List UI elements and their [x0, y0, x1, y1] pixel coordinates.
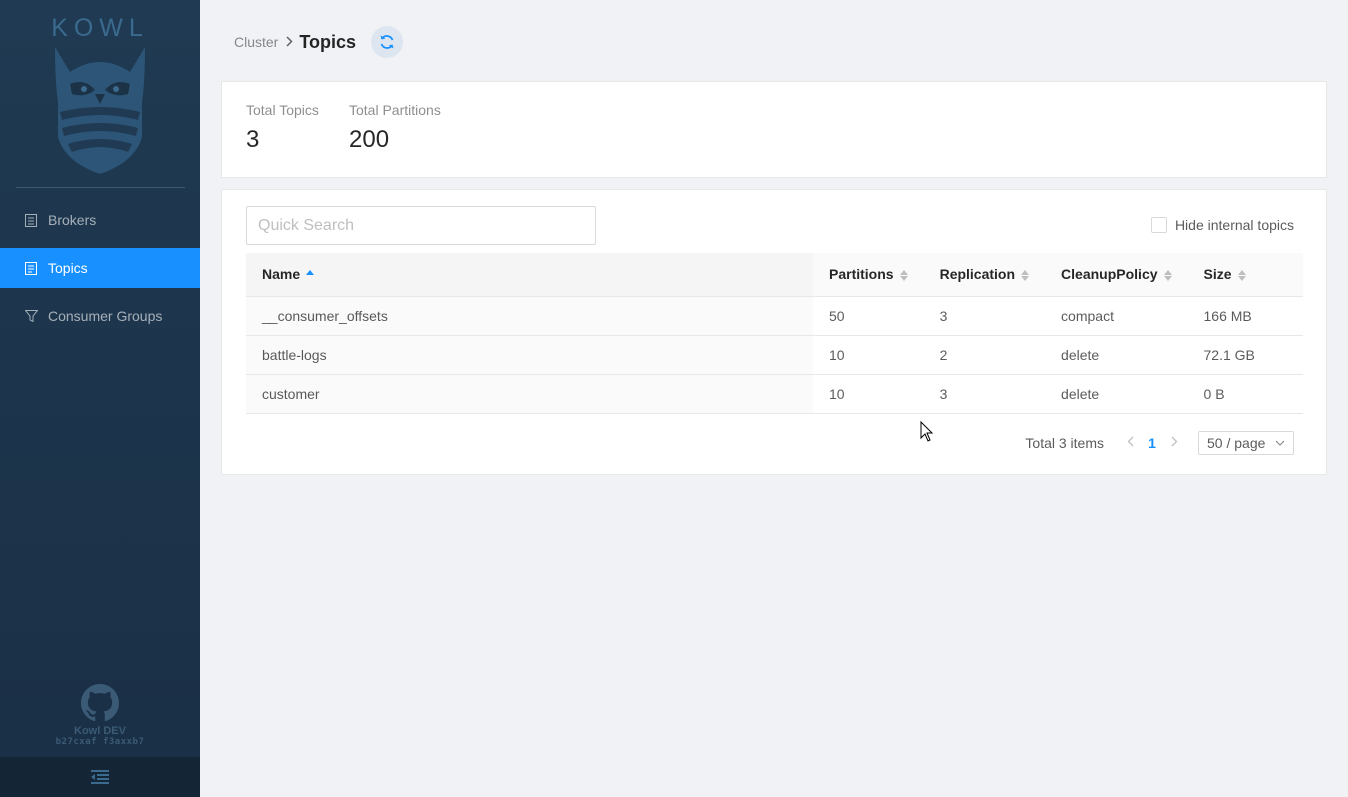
replication-cell: 3 — [923, 374, 1046, 414]
column-header-size[interactable]: Size — [1187, 253, 1303, 297]
stat-value: 3 — [246, 126, 260, 153]
refresh-button[interactable] — [371, 26, 404, 58]
stat-value: 200 — [349, 126, 390, 153]
size-cell: 0 B — [1187, 374, 1303, 414]
version-label: b27cxaf f3axxb7 — [55, 737, 145, 747]
column-label: Name — [262, 266, 301, 283]
sort-icon — [1163, 270, 1172, 282]
sort-icon — [1237, 270, 1246, 282]
table-row[interactable]: customer 10 3 delete 0 B — [246, 374, 1303, 414]
sidebar-item-consumer-groups[interactable]: Consumer Groups — [0, 296, 200, 336]
topics-table: Name Partitions Replication CleanupPolic… — [246, 253, 1303, 414]
page-number-button[interactable]: 1 — [1140, 435, 1164, 451]
topics-table-card: Hide internal topics Name Partitions Rep… — [221, 189, 1327, 475]
stat-total-partitions: Total Partitions 200 — [349, 102, 441, 154]
breadcrumb: Cluster Topics — [234, 26, 404, 58]
brokers-icon — [24, 213, 38, 227]
owl-icon — [55, 47, 145, 174]
kowl-logo: KOWL — [0, 12, 200, 177]
topic-name-cell[interactable]: customer — [246, 374, 813, 414]
column-header-cleanup-policy[interactable]: CleanupPolicy — [1045, 253, 1188, 297]
sidebar-item-label: Brokers — [48, 212, 97, 228]
search-input[interactable] — [246, 206, 596, 245]
stat-label: Total Partitions — [349, 102, 441, 118]
sidebar-item-label: Consumer Groups — [48, 308, 163, 324]
env-label: Kowl DEV — [74, 725, 126, 737]
logo-text: KOWL — [51, 14, 149, 42]
sidebar-item-label: Topics — [48, 260, 88, 276]
column-label: Partitions — [829, 266, 894, 283]
stat-label: Total Topics — [246, 102, 319, 118]
mouse-cursor-icon — [920, 421, 934, 442]
menu-fold-icon — [91, 770, 109, 784]
breadcrumb-cluster-link[interactable]: Cluster — [234, 34, 278, 50]
page-size-value: 50 / page — [1207, 435, 1266, 451]
table-row[interactable]: __consumer_offsets 50 3 compact 166 MB — [246, 296, 1303, 336]
column-label: CleanupPolicy — [1061, 266, 1158, 283]
breadcrumb-separator — [286, 34, 293, 50]
sidebar: KOWL Brokers Topics Consumer Groups Kowl… — [0, 0, 200, 797]
sort-icon — [899, 270, 908, 282]
cleanup-policy-cell: compact — [1045, 296, 1188, 336]
sort-icon — [1021, 270, 1030, 282]
page-title: Topics — [299, 31, 357, 52]
next-page-icon[interactable] — [1164, 436, 1184, 450]
pagination: Total 3 items 1 50 / page — [1025, 431, 1294, 455]
sidebar-item-topics[interactable]: Topics — [0, 248, 200, 288]
prev-page-icon[interactable] — [1120, 436, 1140, 450]
sidebar-footer: Kowl DEV b27cxaf f3axxb7 — [0, 684, 200, 747]
cleanup-policy-cell: delete — [1045, 374, 1188, 414]
funnel-icon — [24, 309, 38, 323]
hide-internal-label: Hide internal topics — [1174, 217, 1294, 233]
hide-internal-checkbox[interactable] — [1150, 217, 1167, 233]
replication-cell: 3 — [923, 296, 1046, 336]
partitions-cell: 10 — [813, 374, 924, 414]
page-size-select[interactable]: 50 / page — [1198, 431, 1294, 455]
replication-cell: 2 — [923, 335, 1046, 375]
table-row[interactable]: battle-logs 10 2 delete 72.1 GB — [246, 335, 1303, 375]
stat-total-topics: Total Topics 3 — [246, 102, 319, 154]
partitions-cell: 10 — [813, 335, 924, 375]
partitions-cell: 50 — [813, 296, 924, 336]
column-label: Size — [1203, 266, 1232, 283]
pagination-total: Total 3 items — [1025, 435, 1104, 451]
size-cell: 72.1 GB — [1187, 335, 1303, 375]
stats-card: Total Topics 3 Total Partitions 200 — [221, 81, 1327, 178]
table-header-row: Name Partitions Replication CleanupPolic… — [246, 253, 1303, 297]
github-icon[interactable] — [81, 684, 119, 722]
column-label: Replication — [939, 266, 1016, 283]
topics-icon — [24, 261, 38, 275]
chevron-down-icon — [1275, 440, 1285, 446]
sort-icon — [306, 270, 315, 281]
topic-name-cell[interactable]: battle-logs — [246, 335, 813, 375]
sidebar-item-brokers[interactable]: Brokers — [0, 200, 200, 240]
size-cell: 166 MB — [1187, 296, 1303, 336]
main-content: Cluster Topics Total Topics 3 Total Part… — [200, 0, 1348, 797]
column-header-replication[interactable]: Replication — [923, 253, 1046, 297]
topic-name-cell[interactable]: __consumer_offsets — [246, 296, 813, 336]
sidebar-collapse-button[interactable] — [0, 757, 200, 797]
sidebar-divider — [16, 187, 185, 188]
cleanup-policy-cell: delete — [1045, 335, 1188, 375]
hide-internal-topics-toggle[interactable]: Hide internal topics — [1150, 217, 1294, 233]
column-header-partitions[interactable]: Partitions — [813, 253, 924, 297]
column-header-name[interactable]: Name — [246, 253, 813, 297]
refresh-icon — [380, 35, 394, 49]
